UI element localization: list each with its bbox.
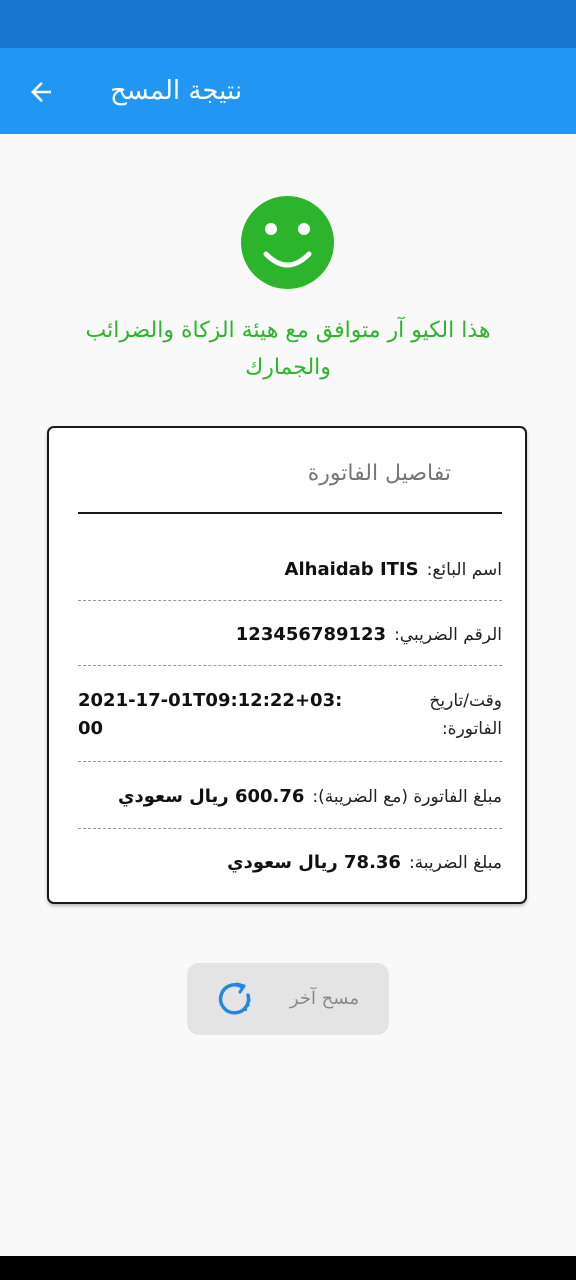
seller-value: Alhaidab ITIS	[284, 559, 419, 580]
tax-number-label: الرقم الضريبي:	[394, 625, 502, 645]
row-divider	[78, 828, 502, 829]
datetime-row: وقت/تاريخ الفاتورة: 2021-17-01T09:12:22+…	[78, 687, 502, 743]
title-divider	[78, 512, 502, 514]
seller-label: اسم البائع:	[426, 560, 502, 580]
row-divider	[78, 600, 502, 601]
total-label: مبلغ الفاتورة (مع الضريبة):	[312, 787, 502, 807]
refresh-spinner-icon	[218, 982, 251, 1015]
vat-row: مبلغ الضريبة: 78.36 ريال سعودي	[78, 849, 502, 877]
row-divider	[78, 665, 502, 666]
app-bar: نتيجة المسح	[0, 48, 576, 134]
navigation-bar	[0, 1256, 576, 1280]
compliance-message: هذا الكيو آر متوافق مع هيئة الزكاة والضر…	[85, 318, 491, 380]
back-button[interactable]	[18, 69, 64, 115]
datetime-label: وقت/تاريخ الفاتورة:	[429, 691, 502, 739]
status-bar	[0, 0, 576, 48]
total-value: 600.76 ريال سعودي	[118, 786, 305, 807]
total-row: مبلغ الفاتورة (مع الضريبة): 600.76 ريال …	[78, 783, 502, 811]
seller-row: اسم البائع: Alhaidab ITIS	[78, 556, 502, 584]
invoice-details-card: تفاصيل الفاتورة اسم البائع: Alhaidab ITI…	[47, 426, 527, 904]
row-divider	[78, 761, 502, 762]
page-title: نتيجة المسح	[110, 76, 243, 106]
arrow-left-icon	[31, 82, 51, 102]
scan-again-button[interactable]: مسح آخر	[187, 963, 389, 1035]
vat-value: 78.36 ريال سعودي	[227, 852, 401, 873]
card-title: تفاصيل الفاتورة	[307, 461, 451, 486]
smiley-icon	[241, 196, 334, 289]
tax-number-row: الرقم الضريبي: 123456789123	[78, 621, 502, 649]
scan-again-label: مسح آخر	[289, 988, 359, 1009]
vat-label: مبلغ الضريبة:	[408, 853, 502, 873]
datetime-value: 2021-17-01T09:12:22+03:00	[78, 690, 343, 739]
tax-number-value: 123456789123	[235, 624, 387, 645]
